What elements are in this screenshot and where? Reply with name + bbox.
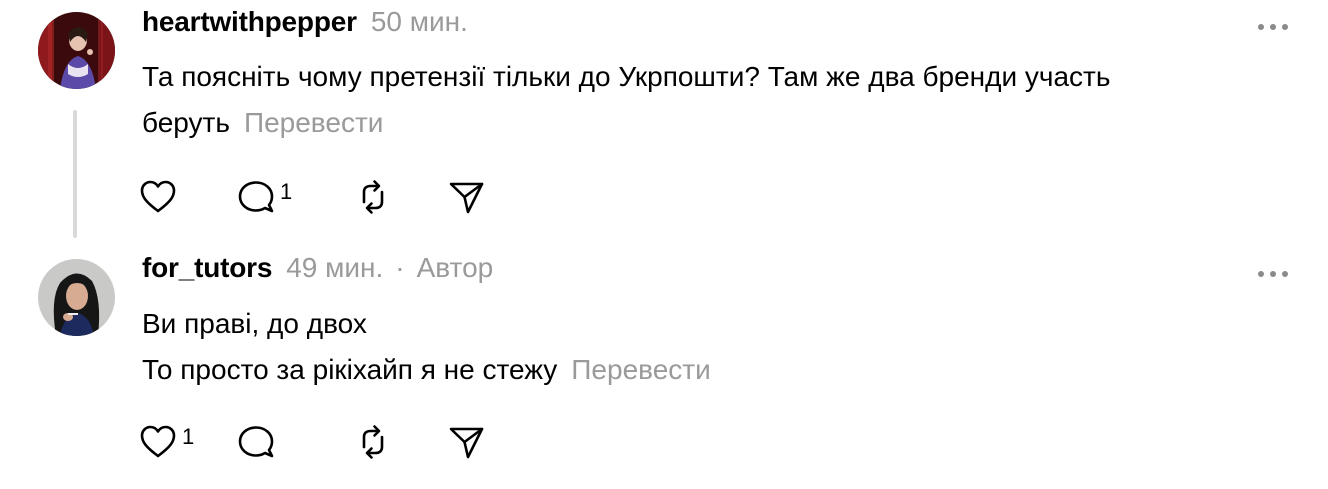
heart-icon	[140, 425, 176, 458]
comment-icon	[238, 181, 274, 213]
username[interactable]: for_tutors	[142, 252, 272, 284]
repost-icon	[362, 180, 384, 214]
username[interactable]: heartwithpepper	[142, 6, 357, 38]
share-button[interactable]	[444, 175, 488, 219]
share-icon	[449, 427, 484, 459]
heart-icon	[140, 180, 176, 213]
thread-post: heartwithpepper 50 мин. Та поясніть чому…	[0, 0, 1328, 245]
post-text-line: беруть Перевести	[142, 100, 1282, 146]
more-icon[interactable]	[1258, 22, 1288, 32]
post-header: for_tutors 49 мин. · Автор	[142, 252, 493, 292]
reply-button[interactable]: 1	[234, 175, 292, 219]
post-time: 50 мин.	[370, 6, 468, 37]
avatar-image	[38, 12, 115, 89]
like-count: 1	[182, 424, 195, 449]
post-text: Ви праві, до двох То просто за рікіхайп …	[142, 301, 1282, 393]
repost-icon	[362, 425, 384, 459]
separator-dot: ·	[395, 252, 405, 283]
avatar[interactable]	[38, 259, 115, 336]
avatar[interactable]	[38, 12, 115, 89]
post-text-line: То просто за рікіхайп я не стежу Перевест…	[142, 347, 1282, 393]
post-text-line: Та поясніть чому претензії тільки до Укр…	[142, 61, 1111, 92]
author-badge: Автор	[416, 252, 494, 283]
translate-link[interactable]: Перевести	[571, 354, 710, 385]
post-text-line-content: беруть	[142, 107, 230, 138]
action-bar: 1	[136, 420, 536, 464]
comment-icon	[238, 426, 274, 458]
reply-count: 1	[280, 179, 293, 204]
post-time: 49 мин.	[286, 252, 384, 283]
thread-line	[73, 110, 77, 238]
repost-button[interactable]	[351, 420, 395, 464]
action-bar: 1	[136, 175, 536, 219]
post-text-line: Ви праві, до двох	[142, 308, 367, 339]
avatar-image	[38, 259, 115, 336]
share-icon	[449, 182, 484, 214]
translate-link[interactable]: Перевести	[244, 107, 383, 138]
post-text-line-content: То просто за рікіхайп я не стежу	[142, 354, 558, 385]
share-button[interactable]	[444, 420, 488, 464]
reply-button[interactable]	[234, 420, 278, 464]
repost-button[interactable]	[351, 175, 395, 219]
like-button[interactable]	[136, 175, 180, 219]
more-icon[interactable]	[1258, 269, 1288, 279]
post-text: Та поясніть чому претензії тільки до Укр…	[142, 54, 1282, 146]
like-button[interactable]: 1	[136, 420, 194, 464]
post-header: heartwithpepper 50 мин.	[142, 6, 468, 46]
thread-post: for_tutors 49 мин. · Автор Ви праві, до …	[0, 245, 1328, 489]
